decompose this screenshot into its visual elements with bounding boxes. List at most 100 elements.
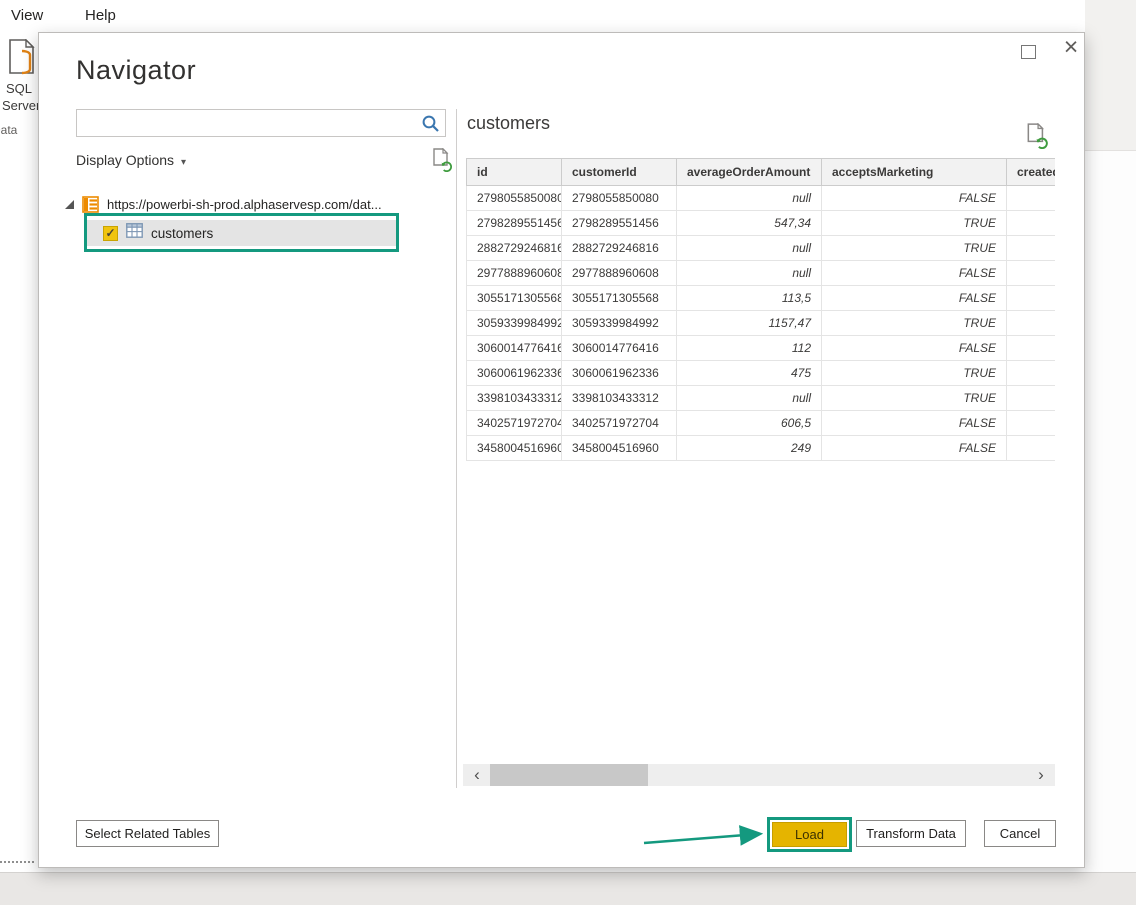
- table-cell: TRUE: [822, 386, 1007, 411]
- table-icon: [126, 223, 143, 243]
- table-cell: 2798055850080: [562, 186, 677, 211]
- table-cell: FALSE: [822, 436, 1007, 461]
- report-page-dotted-edge: [0, 861, 34, 863]
- table-cell: 3059339984992: [467, 311, 562, 336]
- table-row: 29778889606082977888960608nullFALSE: [467, 261, 1056, 286]
- ribbon-group-label-data: Data: [0, 123, 17, 137]
- scroll-left-icon[interactable]: ‹: [465, 764, 489, 786]
- preview-table: idcustomerIdaverageOrderAmountacceptsMar…: [466, 158, 1055, 461]
- column-header[interactable]: customerId: [562, 159, 677, 186]
- table-cell: [1007, 311, 1056, 336]
- table-cell: FALSE: [822, 186, 1007, 211]
- table-cell: 3060014776416: [562, 336, 677, 361]
- display-options-label: Display Options: [76, 152, 174, 168]
- app-background-right: [1085, 150, 1136, 872]
- table-cell: 2798289551456: [562, 211, 677, 236]
- tree-item-label: customers: [151, 226, 213, 241]
- table-row: 33981034333123398103433312nullTRUE: [467, 386, 1056, 411]
- close-icon[interactable]: ×: [1057, 34, 1085, 62]
- tree-item-customers[interactable]: ✓ customers: [87, 220, 398, 246]
- table-cell: [1007, 336, 1056, 361]
- menu-help[interactable]: Help: [85, 7, 116, 24]
- table-cell: 249: [677, 436, 822, 461]
- table-row: 34025719727043402571972704606,5FALSE: [467, 411, 1056, 436]
- table-cell: [1007, 211, 1056, 236]
- customers-checkbox[interactable]: ✓: [103, 226, 118, 241]
- column-header[interactable]: acceptsMarketing: [822, 159, 1007, 186]
- chevron-down-icon: ▾: [181, 157, 186, 168]
- select-related-tables-button[interactable]: Select Related Tables: [76, 820, 219, 847]
- search-box[interactable]: [76, 109, 446, 137]
- table-cell: [1007, 261, 1056, 286]
- table-cell: 2977888960608: [467, 261, 562, 286]
- table-row: 27980558500802798055850080nullFALSE: [467, 186, 1056, 211]
- web-source-icon: [82, 196, 99, 213]
- column-header[interactable]: averageOrderAmount: [677, 159, 822, 186]
- column-header[interactable]: id: [467, 159, 562, 186]
- ribbon-fragment: SQL Server Data: [0, 31, 38, 171]
- annotation-arrow: [586, 819, 766, 864]
- sql-server-label-line2: Server: [2, 98, 38, 113]
- app-background-right-top: [1085, 0, 1136, 150]
- table-row: 34580045169603458004516960249FALSE: [467, 436, 1056, 461]
- table-cell: TRUE: [822, 211, 1007, 236]
- table-cell: 3059339984992: [562, 311, 677, 336]
- table-cell: 3060061962336: [467, 361, 562, 386]
- load-button[interactable]: Load: [772, 822, 847, 847]
- table-cell: 3458004516960: [467, 436, 562, 461]
- table-cell: FALSE: [822, 336, 1007, 361]
- tree-expand-icon[interactable]: [65, 200, 74, 209]
- table-cell: [1007, 361, 1056, 386]
- table-row: 30600147764163060014776416112FALSE: [467, 336, 1056, 361]
- table-cell: null: [677, 236, 822, 261]
- preview-title: customers: [467, 113, 550, 134]
- table-cell: TRUE: [822, 236, 1007, 261]
- table-row: 305933998499230593399849921157,47TRUE: [467, 311, 1056, 336]
- navigator-dialog: × Navigator Display Options ▾: [38, 32, 1085, 868]
- table-cell: null: [677, 386, 822, 411]
- app-background-bottom: [0, 872, 1136, 905]
- horizontal-scrollbar[interactable]: ‹ ›: [463, 764, 1055, 786]
- tree-source-label: https://powerbi-sh-prod.alphaservesp.com…: [107, 197, 382, 212]
- scroll-right-icon[interactable]: ›: [1029, 764, 1053, 786]
- cancel-button[interactable]: Cancel: [984, 820, 1056, 847]
- table-cell: [1007, 386, 1056, 411]
- maximize-icon[interactable]: [1021, 45, 1036, 59]
- refresh-navigator-icon[interactable]: [431, 148, 453, 177]
- table-cell: FALSE: [822, 286, 1007, 311]
- table-row: 30551713055683055171305568113,5FALSE: [467, 286, 1056, 311]
- dialog-title: Navigator: [76, 55, 196, 86]
- sql-server-label-line1: SQL: [6, 81, 38, 96]
- table-cell: 547,34: [677, 211, 822, 236]
- table-cell: null: [677, 186, 822, 211]
- table-cell: [1007, 186, 1056, 211]
- table-cell: 2798055850080: [467, 186, 562, 211]
- table-cell: 3398103433312: [467, 386, 562, 411]
- table-cell: FALSE: [822, 411, 1007, 436]
- display-options-dropdown[interactable]: Display Options ▾: [76, 152, 186, 168]
- table-cell: TRUE: [822, 361, 1007, 386]
- table-cell: 113,5: [677, 286, 822, 311]
- table-row: 28827292468162882729246816nullTRUE: [467, 236, 1056, 261]
- table-row: 27982895514562798289551456547,34TRUE: [467, 211, 1056, 236]
- preview-header-row: idcustomerIdaverageOrderAmountacceptsMar…: [467, 159, 1056, 186]
- table-cell: 3060061962336: [562, 361, 677, 386]
- refresh-preview-icon[interactable]: [1025, 123, 1049, 154]
- column-header[interactable]: created: [1007, 159, 1056, 186]
- table-cell: 112: [677, 336, 822, 361]
- table-cell: 3398103433312: [562, 386, 677, 411]
- table-cell: 2882729246816: [562, 236, 677, 261]
- preview-table-body: 27980558500802798055850080nullFALSE27982…: [467, 186, 1056, 461]
- table-cell: TRUE: [822, 311, 1007, 336]
- table-cell: 475: [677, 361, 822, 386]
- search-input[interactable]: [83, 112, 413, 134]
- menu-bar: View Help: [0, 0, 1085, 31]
- sql-server-icon[interactable]: [8, 39, 38, 82]
- table-cell: 3458004516960: [562, 436, 677, 461]
- scrollbar-thumb[interactable]: [490, 764, 648, 786]
- transform-data-button[interactable]: Transform Data: [856, 820, 966, 847]
- search-icon[interactable]: [421, 114, 440, 138]
- table-cell: null: [677, 261, 822, 286]
- tree-source-row[interactable]: https://powerbi-sh-prod.alphaservesp.com…: [65, 193, 382, 215]
- menu-view[interactable]: View: [11, 7, 43, 24]
